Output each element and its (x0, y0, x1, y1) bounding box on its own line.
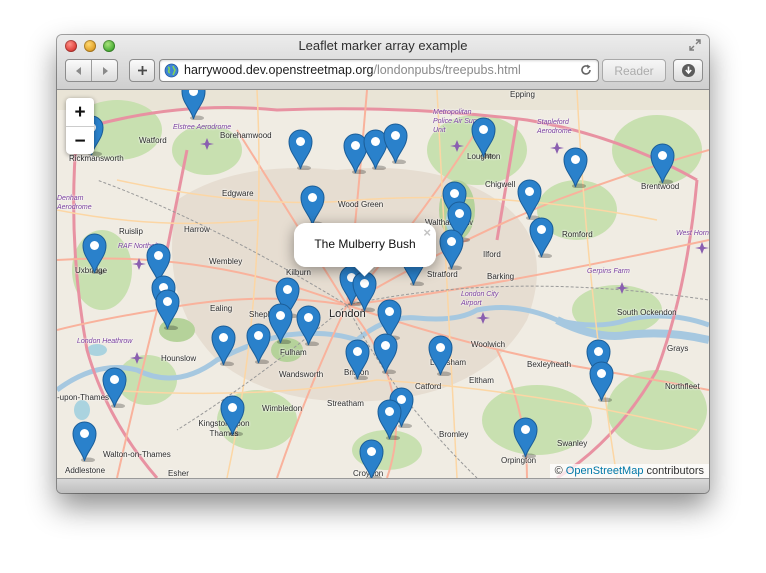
place-label: Northfleet (665, 382, 700, 391)
place-label: Fulham (280, 348, 307, 357)
map-marker-icon[interactable] (358, 439, 384, 478)
place-label: Wandsworth (279, 370, 324, 379)
status-bar (57, 478, 709, 493)
popup-close-button[interactable]: × (423, 225, 431, 240)
map-marker-icon[interactable] (372, 333, 398, 374)
url-host: harrywood.dev.openstreetmap.org (184, 63, 374, 77)
map-view[interactable]: London Rickmansworth Watford Elstree Aer… (57, 90, 709, 478)
place-label: Streatham (327, 399, 364, 408)
place-label: Denham Aerodrome (57, 195, 92, 211)
place-label: Stapleford Aerodrome (537, 119, 572, 135)
forward-arrow-icon (102, 66, 108, 75)
place-label: Elstree Aerodrome (173, 124, 232, 131)
add-bookmark-button[interactable] (129, 59, 155, 82)
place-label: Barking (487, 272, 515, 281)
place-label: Wood Green (338, 200, 384, 209)
place-label: London Heathrow (77, 338, 133, 345)
openstreetmap-link[interactable]: OpenStreetMap (566, 465, 644, 477)
title-bar: Leaflet marker array example harrywood.d… (57, 35, 709, 90)
place-label: South Ockendon (617, 308, 677, 317)
marker-popup: The Mulberry Bush × (294, 223, 436, 277)
map-marker-icon[interactable] (180, 90, 206, 120)
reload-icon[interactable] (579, 63, 593, 77)
map-marker-icon[interactable] (351, 271, 377, 312)
place-label: Epping (510, 90, 535, 99)
place-label: Ruislip (119, 227, 144, 236)
zoom-out-button[interactable]: − (66, 126, 94, 155)
url-text: harrywood.dev.openstreetmap.org/londonpu… (184, 63, 521, 78)
place-label: Kilburn (286, 268, 311, 277)
place-label: London City Airport (461, 291, 499, 307)
window-title: Leaflet marker array example (298, 38, 468, 53)
map-marker-icon[interactable] (154, 289, 180, 330)
map-marker-icon[interactable] (344, 339, 370, 380)
address-bar[interactable]: harrywood.dev.openstreetmap.org/londonpu… (159, 59, 599, 82)
place-label: Woolwich (471, 340, 506, 349)
map-marker-icon[interactable] (516, 179, 542, 220)
map-marker-icon[interactable] (376, 399, 402, 440)
place-label: Bexleyheath (527, 360, 572, 369)
browser-window: Leaflet marker array example harrywood.d… (57, 35, 709, 493)
map-marker-icon[interactable] (382, 123, 408, 164)
back-arrow-icon (75, 66, 81, 75)
map-marker-icon[interactable] (588, 361, 614, 402)
map-marker-icon[interactable] (267, 303, 293, 344)
map-attribution: © OpenStreetMap contributors (549, 464, 709, 478)
map-marker-icon[interactable] (649, 143, 675, 184)
back-button[interactable] (66, 60, 91, 81)
place-label: Chigwell (485, 180, 516, 189)
url-path: /londonpubs/treepubs.html (373, 63, 521, 77)
globe-icon (164, 63, 179, 78)
place-label: Bromley (439, 430, 469, 439)
map-marker-icon[interactable] (101, 367, 127, 408)
plus-icon (137, 66, 147, 75)
map-marker-icon[interactable] (71, 421, 97, 462)
place-label: Edgware (222, 189, 254, 198)
map-marker-icon[interactable] (245, 323, 271, 364)
place-label: Ilford (483, 250, 501, 259)
place-label: Hounslow (161, 354, 197, 363)
map-marker-icon[interactable] (295, 305, 321, 346)
downloads-button[interactable] (673, 59, 703, 82)
map-marker-icon[interactable] (427, 335, 453, 376)
map-marker-icon[interactable] (470, 117, 496, 158)
place-label: Eltham (469, 376, 494, 385)
place-label: West Horn (676, 230, 709, 237)
place-label: Wimbledon (262, 404, 303, 413)
place-label: Stratford (427, 270, 458, 279)
reader-button[interactable]: Reader (602, 59, 666, 82)
place-label: Esher (168, 469, 189, 478)
download-icon (681, 64, 695, 77)
place-label: Romford (562, 230, 593, 239)
place-label: Watford (139, 136, 167, 145)
map-marker-icon[interactable] (512, 417, 538, 458)
map-marker-icon[interactable] (438, 229, 464, 270)
attribution-prefix: © (554, 465, 563, 477)
map-marker-icon[interactable] (210, 325, 236, 366)
place-label: Catford (415, 382, 442, 391)
zoom-control: + − (66, 98, 94, 154)
place-label: Wembley (209, 257, 243, 266)
map-marker-icon[interactable] (562, 147, 588, 188)
popup-content: The Mulberry Bush (314, 237, 416, 251)
attribution-suffix: contributors (646, 465, 704, 477)
map-marker-icon[interactable] (219, 395, 245, 436)
map-marker-icon[interactable] (287, 129, 313, 170)
map-marker-icon[interactable] (299, 185, 325, 226)
fullscreen-icon[interactable] (688, 38, 702, 52)
navigation-buttons (65, 59, 118, 82)
place-label: Borehamwood (220, 131, 272, 140)
map-marker-icon[interactable] (81, 233, 107, 274)
place-label: Grays (667, 344, 689, 353)
place-label: Gerpins Farm (587, 268, 630, 275)
zoom-in-button[interactable]: + (66, 98, 94, 126)
map-marker-icon[interactable] (528, 217, 554, 258)
forward-button[interactable] (91, 60, 117, 81)
place-label: Ealing (210, 304, 233, 313)
place-label: Walton-on-Thames (103, 450, 171, 459)
place-label: Harrow (184, 225, 210, 234)
place-label: Addlestone (65, 466, 106, 475)
place-label: Swanley (557, 439, 588, 448)
